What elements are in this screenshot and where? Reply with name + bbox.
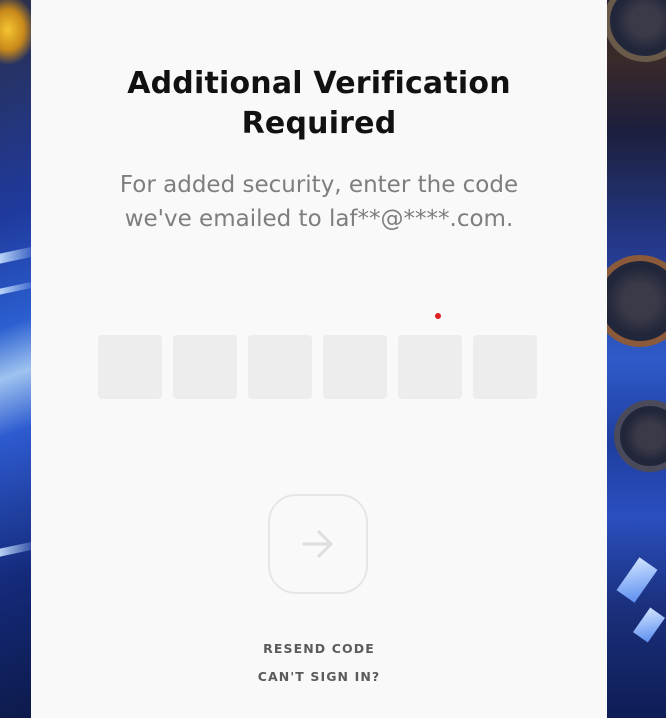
code-digit-1[interactable]: [98, 335, 162, 399]
code-digit-6[interactable]: [473, 335, 537, 399]
instructions-text: For added security, enter the code we've…: [119, 172, 519, 232]
cant-sign-in-link[interactable]: CAN'T SIGN IN?: [31, 669, 607, 684]
background-art-right: [594, 0, 666, 718]
code-digit-3[interactable]: [248, 335, 312, 399]
verification-code-inputs: [98, 335, 537, 399]
page-title: Additional Verification Required: [127, 66, 511, 141]
indicator-dot: [435, 313, 441, 319]
arrow-right-icon: [302, 530, 333, 558]
code-digit-4[interactable]: [323, 335, 387, 399]
submit-button[interactable]: [268, 494, 368, 594]
code-digit-5[interactable]: [398, 335, 462, 399]
code-digit-2[interactable]: [173, 335, 237, 399]
verification-panel: Additional Verification Required For add…: [31, 0, 607, 718]
background-art-left: [0, 0, 34, 718]
resend-code-link[interactable]: RESEND CODE: [31, 641, 607, 656]
